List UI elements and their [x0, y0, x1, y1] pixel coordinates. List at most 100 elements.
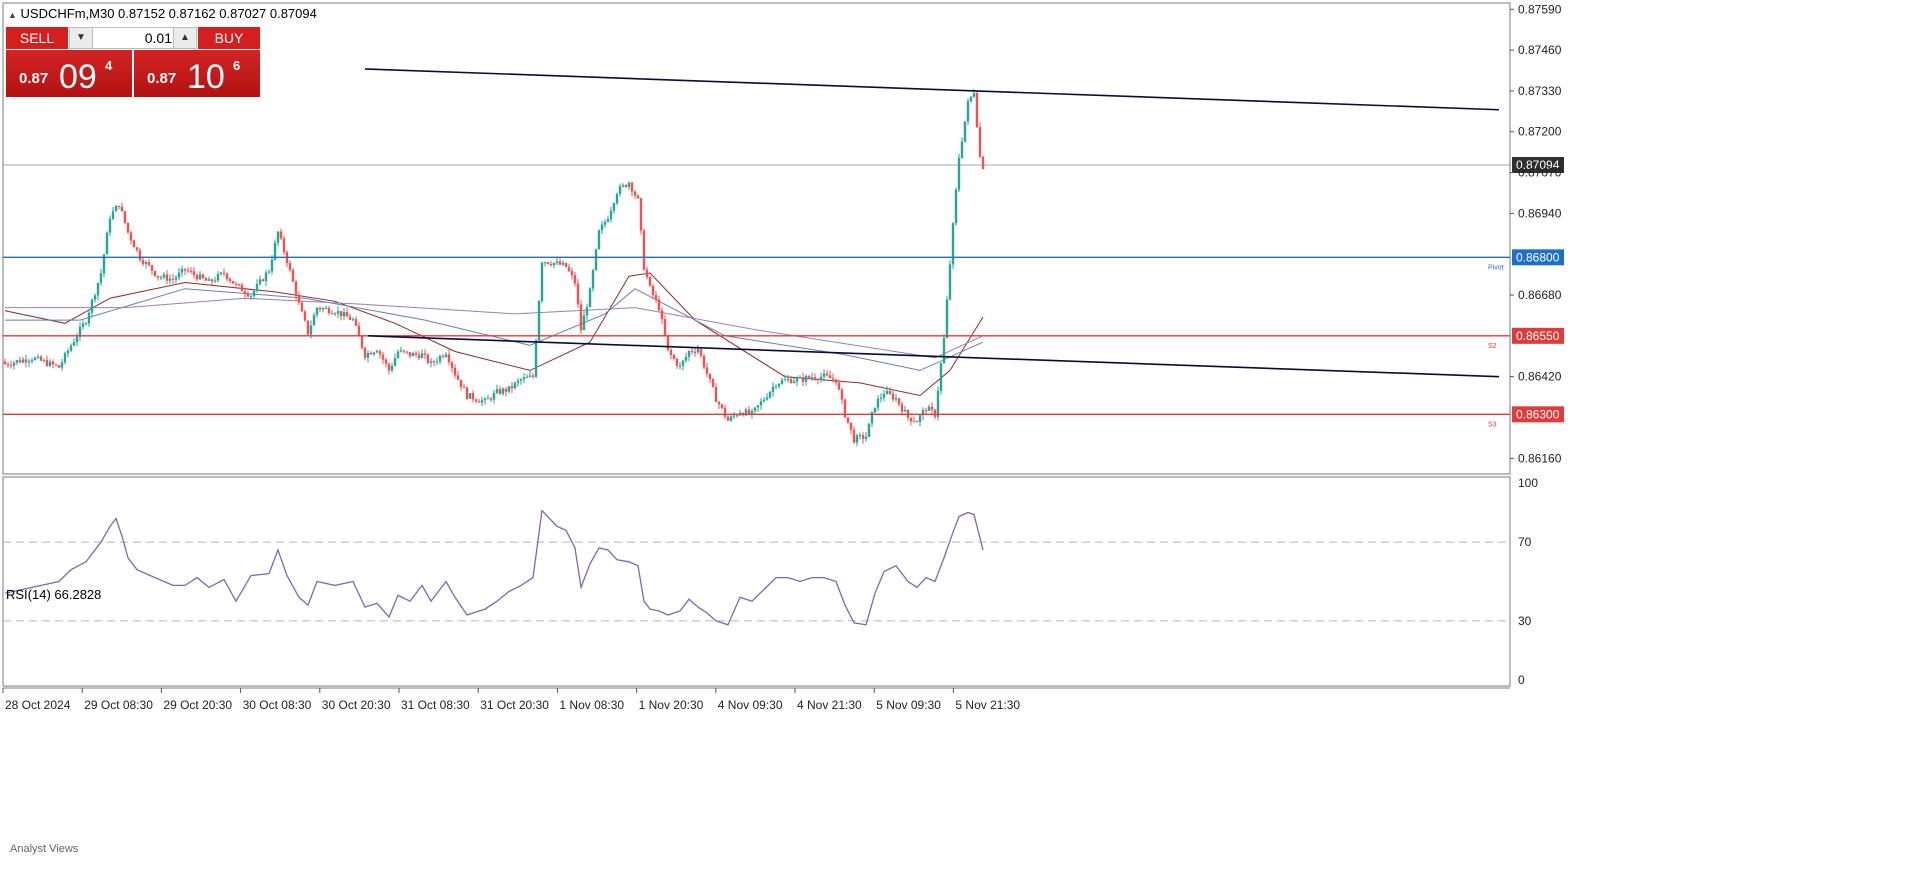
candle-body — [411, 353, 415, 357]
candle-body — [717, 401, 721, 405]
candle — [975, 91, 979, 128]
candle-body — [207, 279, 211, 281]
candle — [231, 280, 235, 284]
chevron-down-icon[interactable]: ▼ — [70, 28, 93, 48]
candle — [951, 222, 955, 270]
candle — [564, 262, 568, 268]
candle-body — [429, 361, 433, 363]
candle-body — [786, 378, 790, 380]
analyst-views-tab[interactable]: Analyst Views — [10, 843, 78, 855]
candle-body — [159, 277, 163, 279]
candle-body — [912, 421, 916, 423]
candle-body — [663, 319, 667, 336]
lot-size-control: ▼ ▲ — [69, 27, 197, 49]
candle-body — [768, 391, 772, 398]
candle — [468, 393, 472, 399]
symbol-info: USDCHFm,M30 0.87152 0.87162 0.87027 0.87… — [20, 6, 317, 21]
candle-body — [507, 386, 511, 392]
chart-canvas[interactable]: 0.86800 Pivot 0.86550 S2 0.86300 S3 0.87 09 4 0.… — [0, 0, 1916, 874]
buy-button[interactable]: BUY — [198, 27, 260, 49]
candle-body — [156, 275, 160, 278]
candle-body — [684, 356, 688, 361]
candle-body — [87, 312, 91, 324]
trading-chart[interactable]: 0.86800 Pivot 0.86550 S2 0.86300 S3 0.87 09 4 0.… — [0, 0, 1916, 874]
candle-body — [420, 353, 424, 359]
candle-body — [846, 417, 850, 423]
candle-body — [249, 296, 253, 298]
candle — [132, 239, 136, 248]
candle-body — [333, 313, 337, 315]
candle-body — [837, 382, 841, 390]
candle-body — [315, 307, 319, 316]
candle-body — [759, 401, 763, 406]
candle-body — [723, 407, 727, 417]
y-tick-label: 0.87330 — [1518, 84, 1562, 98]
candle-body — [729, 416, 733, 421]
candle-body — [210, 279, 214, 282]
candle-body — [69, 345, 73, 351]
candle-body — [810, 377, 814, 379]
sell-button[interactable]: SELL — [6, 27, 68, 49]
candle-body — [615, 194, 619, 204]
candle-body — [495, 389, 499, 393]
candle-body — [33, 357, 37, 360]
candle-body — [552, 262, 556, 266]
candle — [537, 300, 541, 342]
candle-body — [177, 272, 181, 278]
candle-body — [618, 186, 622, 195]
candle — [303, 309, 307, 322]
candle-body — [114, 205, 118, 212]
triangle-up-icon[interactable]: ▲ — [8, 10, 17, 20]
candle-body — [891, 393, 895, 400]
buy-price-prefix: 0.87 — [147, 70, 177, 87]
candle-body — [180, 268, 184, 273]
candle-body — [36, 356, 40, 358]
candle-body — [645, 269, 649, 278]
candle-body — [363, 347, 367, 358]
candle-body — [708, 373, 712, 379]
candle-body — [966, 101, 970, 122]
candle-body — [483, 398, 487, 401]
candle-body — [978, 127, 982, 157]
candle-body — [351, 319, 355, 321]
candle-body — [516, 380, 520, 383]
chevron-up-icon[interactable]: ▲ — [173, 28, 196, 48]
candle-body — [51, 361, 55, 365]
candle-body — [882, 394, 886, 398]
candle-body — [360, 336, 364, 348]
candle — [711, 378, 715, 388]
candle-body — [519, 379, 523, 381]
candle-body — [327, 308, 331, 314]
y-tick-label: 0.86680 — [1518, 288, 1562, 302]
candle-body — [99, 273, 103, 283]
candle-body — [897, 398, 901, 405]
y-tick-label: 0.87070 — [1518, 166, 1562, 180]
candle-body — [834, 379, 838, 383]
sell-price-prefix: 0.87 — [19, 70, 49, 87]
sell-price-button[interactable]: 0.87 09 4 — [6, 50, 132, 97]
candle-body — [669, 349, 673, 355]
candle-body — [975, 93, 979, 128]
candle-body — [747, 409, 751, 414]
candle — [360, 335, 364, 350]
candle — [945, 295, 949, 339]
level-price-label: 0.86800 — [1516, 250, 1560, 264]
x-tick-label: 28 Oct 2024 — [5, 698, 71, 712]
candle-body — [501, 388, 505, 394]
lot-size-input[interactable] — [94, 29, 176, 47]
level-tag-label: S3 — [1488, 421, 1497, 428]
rsi-tick-label: 0 — [1518, 673, 1525, 687]
candle-body — [840, 389, 844, 400]
candle-body — [666, 335, 670, 350]
candle-body — [690, 351, 694, 353]
candle-body — [642, 230, 646, 270]
candle-body — [801, 377, 805, 382]
candle-body — [753, 407, 757, 411]
candle-body — [459, 379, 463, 388]
candle-body — [597, 230, 601, 250]
candle-body — [9, 365, 13, 367]
candle-body — [48, 361, 52, 366]
candle-body — [309, 325, 313, 335]
buy-price-button[interactable]: 0.87 10 6 — [134, 50, 260, 97]
candle — [666, 335, 670, 352]
